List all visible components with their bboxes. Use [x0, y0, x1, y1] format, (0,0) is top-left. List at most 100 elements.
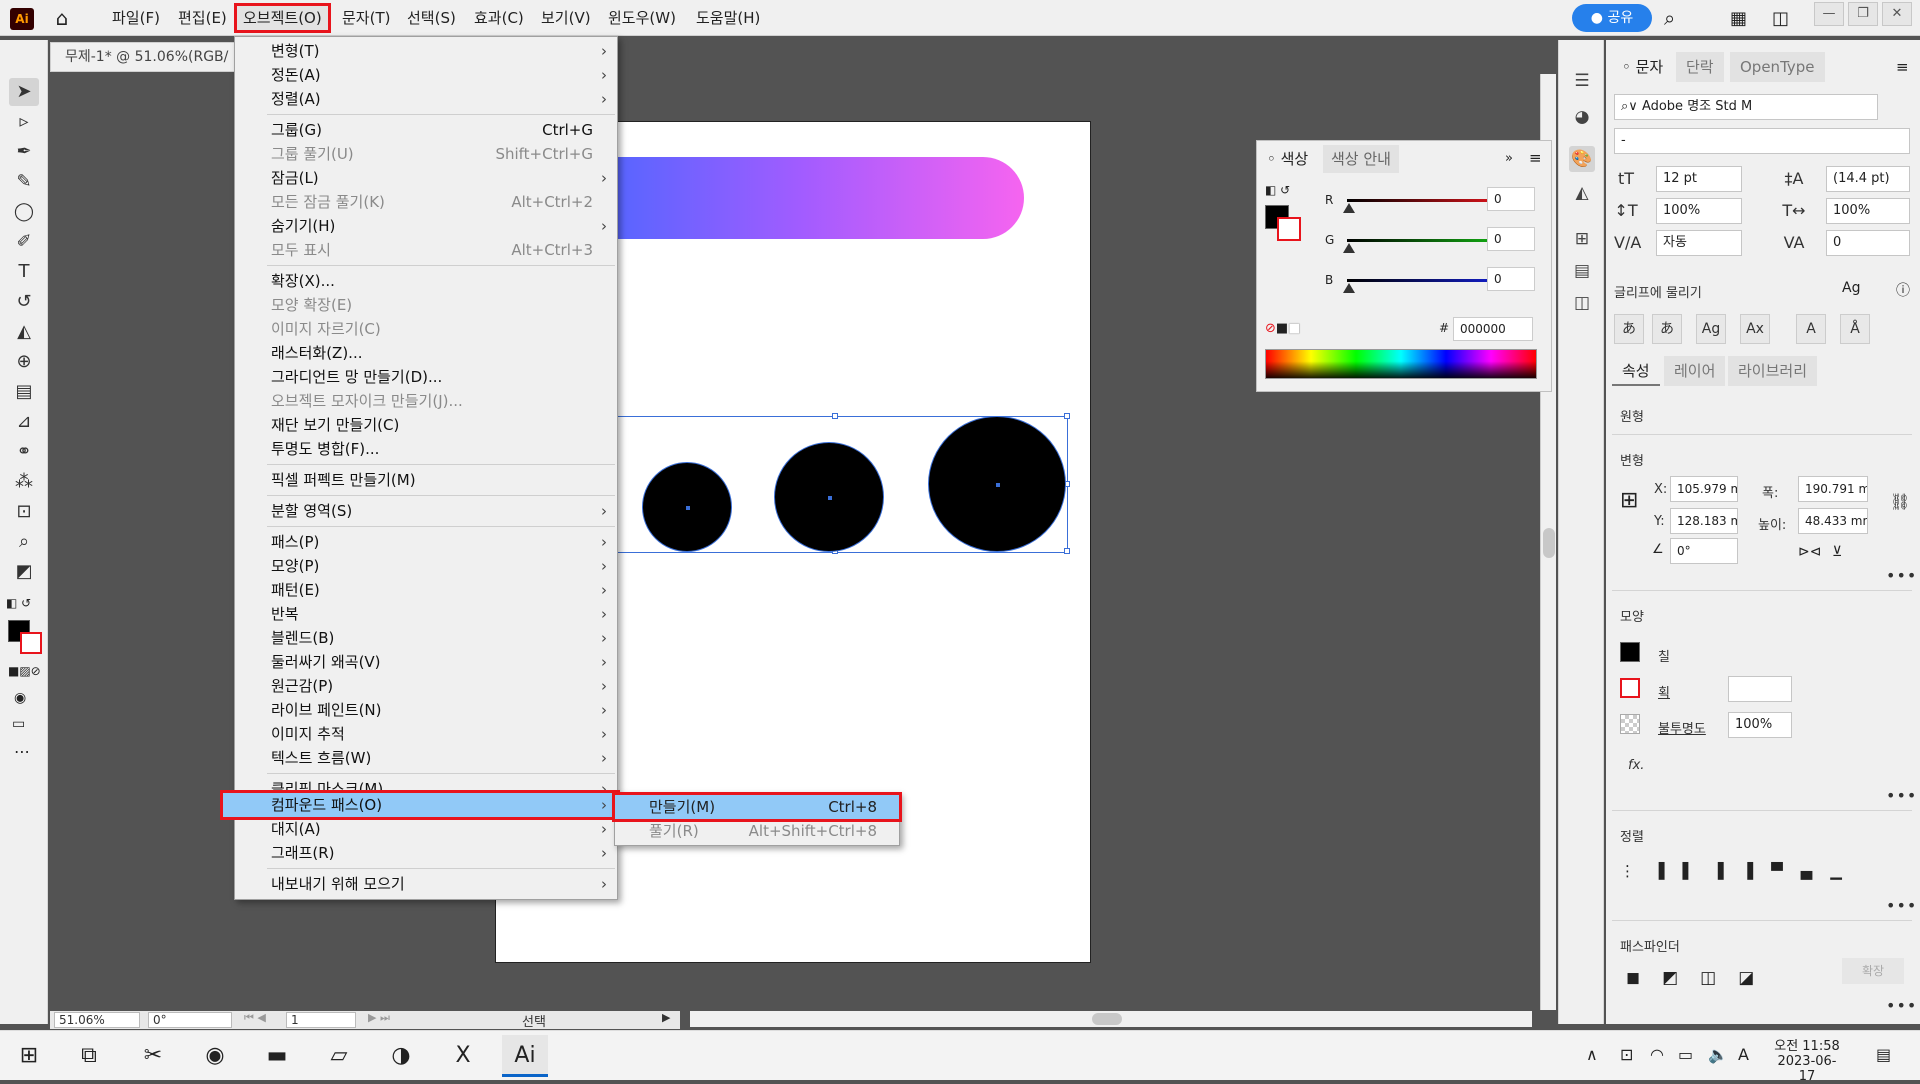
circle-medium[interactable]: [774, 442, 884, 552]
font-style-field[interactable]: -: [1614, 128, 1910, 154]
glyph-icon[interactable]: Ag: [1842, 280, 1860, 296]
color-guide-panel-icon[interactable]: ◭: [1569, 180, 1595, 206]
menu-item-perspective[interactable]: 원근감(P) ›: [235, 674, 617, 698]
menu-item-collect-for-export[interactable]: 내보내기 위해 모으기 ›: [235, 872, 617, 896]
color-panel-icon[interactable]: 🎨: [1569, 146, 1595, 172]
pathfinder-panel-icon[interactable]: ◫: [1569, 290, 1595, 316]
ime-indicator[interactable]: A: [1738, 1045, 1749, 1064]
menu-help[interactable]: 도움말(H): [690, 6, 766, 30]
constrain-proportions-icon[interactable]: ⛓: [1890, 492, 1910, 511]
flip-horizontal-icon[interactable]: ⊳⊲: [1798, 544, 1821, 560]
pathfinder-buttons-row[interactable]: ◼◩◫◪: [1626, 968, 1776, 988]
volume-icon[interactable]: 🔈: [1708, 1045, 1728, 1064]
zoom-tool-icon[interactable]: ⌕: [9, 528, 39, 556]
maximize-button[interactable]: ❐: [1848, 2, 1878, 26]
channel-g-input[interactable]: 0: [1487, 227, 1535, 251]
opacity-field[interactable]: 100%: [1728, 712, 1792, 738]
fx-button[interactable]: fx.: [1628, 758, 1644, 773]
notifications-icon[interactable]: ▤: [1876, 1045, 1891, 1064]
workspace-icon[interactable]: ▦: [1730, 8, 1747, 29]
menu-item-compound-path[interactable]: 컴파운드 패스(O) ›: [220, 790, 620, 820]
tab-libraries[interactable]: 라이브러리: [1728, 356, 1818, 386]
tab-character[interactable]: ◦ 문자: [1612, 52, 1674, 82]
horizontal-scrollbar[interactable]: [690, 1011, 1532, 1027]
clock[interactable]: 오전 11:58 2023-06-17: [1770, 1035, 1844, 1084]
font-size-field[interactable]: 12 pt: [1656, 166, 1742, 192]
more-options-icon[interactable]: •••: [1886, 896, 1917, 915]
vertical-scale-field[interactable]: 100%: [1656, 198, 1742, 224]
menu-item-flatten-transparency[interactable]: 투명도 병합(F)...: [235, 437, 617, 461]
minimize-button[interactable]: —: [1814, 2, 1844, 26]
submenu-item-make[interactable]: 만들기(M) Ctrl+8: [612, 792, 902, 822]
artboard-nav-prev-icon[interactable]: ⏮ ◀: [244, 1011, 266, 1025]
circle-small[interactable]: [642, 462, 732, 552]
opacity-label[interactable]: 불투명도: [1658, 718, 1706, 737]
channel-b-slider[interactable]: [1347, 279, 1507, 282]
menu-item-trim-marks[interactable]: 재단 보기 만들기(C): [235, 413, 617, 437]
gradient-rounded-bar[interactable]: [580, 157, 1024, 239]
collapse-panel-icon[interactable]: »: [1505, 151, 1513, 166]
shape-builder-tool-icon[interactable]: ⊕: [9, 348, 39, 376]
channel-r-slider[interactable]: [1347, 199, 1507, 202]
kerning-field[interactable]: 자동: [1656, 230, 1742, 256]
rotate-tool-icon[interactable]: ↺: [9, 288, 39, 316]
color-mode-icon[interactable]: ■▨⊘: [8, 664, 41, 678]
selection-tool-icon[interactable]: ➤: [9, 78, 39, 106]
channel-r-knob[interactable]: [1343, 203, 1355, 213]
gradient-tool-icon[interactable]: ▤: [9, 378, 39, 406]
stroke-label[interactable]: 획: [1658, 682, 1670, 701]
menu-item-blend[interactable]: 블렌드(B) ›: [235, 626, 617, 650]
menu-edit[interactable]: 편집(E): [172, 6, 233, 30]
properties-panel-icon[interactable]: ☰: [1569, 68, 1595, 94]
eyedropper-tool-icon[interactable]: ⊿: [9, 408, 39, 436]
curvature-tool-icon[interactable]: ✎: [9, 168, 39, 196]
home-icon[interactable]: ⌂: [48, 6, 76, 30]
align-buttons-row[interactable]: ⋮▐▌▐▐▀▄▁: [1620, 862, 1860, 880]
align-panel-icon[interactable]: ▤: [1569, 258, 1595, 284]
illustrator-taskbar-icon[interactable]: Ai: [502, 1035, 548, 1077]
menu-item-slice[interactable]: 분할 영역(S) ›: [235, 499, 617, 523]
color-spectrum[interactable]: [1265, 349, 1537, 379]
menu-item-text-wrap[interactable]: 텍스트 흐름(W) ›: [235, 746, 617, 770]
pen-tool-icon[interactable]: ✒: [9, 138, 39, 166]
appearance-panel-icon[interactable]: ◕: [1569, 104, 1595, 130]
wifi-icon[interactable]: ◠: [1650, 1045, 1664, 1064]
menu-item-shape[interactable]: 모양(P) ›: [235, 554, 617, 578]
horizontal-scale-field[interactable]: 100%: [1826, 198, 1910, 224]
snap-proximity-button[interactable]: Ax: [1740, 314, 1770, 344]
windows-start-icon[interactable]: ⊞: [6, 1035, 52, 1077]
draw-mode-icon[interactable]: ◉: [14, 690, 26, 706]
font-family-field[interactable]: ⌕∨ Adobe 명조 Std M: [1614, 94, 1878, 120]
menu-select[interactable]: 선택(S): [401, 6, 462, 30]
more-tools-icon[interactable]: ⋯: [14, 742, 30, 761]
stroke-swatch[interactable]: [1620, 678, 1640, 698]
transform-panel-icon[interactable]: ⊞: [1569, 226, 1595, 252]
symbol-sprayer-tool-icon[interactable]: ⁂: [9, 468, 39, 496]
menu-item-arrange[interactable]: 정돈(A) ›: [235, 63, 617, 87]
menu-view[interactable]: 보기(V): [535, 6, 597, 30]
menu-effect[interactable]: 효과(C): [468, 6, 530, 30]
leading-field[interactable]: (14.4 pt): [1826, 166, 1910, 192]
menu-type[interactable]: 문자(T): [336, 6, 396, 30]
direct-selection-tool-icon[interactable]: ▹: [9, 108, 39, 136]
panel-menu-icon[interactable]: ≡: [1896, 58, 1909, 76]
tab-opentype[interactable]: OpenType: [1730, 52, 1825, 82]
tray-overflow-icon[interactable]: ∧: [1586, 1045, 1598, 1064]
menu-item-repeat[interactable]: 반복 ›: [235, 602, 617, 626]
battery-icon[interactable]: ▭: [1678, 1045, 1693, 1064]
artboard-nav-next-icon[interactable]: ▶ ⏭: [368, 1011, 390, 1025]
excel-icon[interactable]: X: [440, 1035, 486, 1077]
info-icon[interactable]: ⓘ: [1896, 280, 1910, 300]
resize-handle[interactable]: [832, 413, 838, 419]
more-options-icon[interactable]: •••: [1886, 786, 1917, 805]
stroke-weight-field[interactable]: [1728, 676, 1792, 702]
menu-item-transform[interactable]: 변형(T) ›: [235, 39, 617, 63]
menu-item-path[interactable]: 패스(P) ›: [235, 530, 617, 554]
tray-device-icon[interactable]: ⊡: [1620, 1045, 1633, 1064]
tab-color-guide[interactable]: 색상 안내: [1323, 145, 1399, 173]
menu-item-image-trace[interactable]: 이미지 추적 ›: [235, 722, 617, 746]
reference-point-icon[interactable]: ⊞: [1620, 488, 1638, 513]
screen-mode-icon[interactable]: ▭: [12, 716, 25, 732]
close-button[interactable]: ✕: [1882, 2, 1912, 26]
share-button[interactable]: ● 공유: [1572, 4, 1652, 32]
